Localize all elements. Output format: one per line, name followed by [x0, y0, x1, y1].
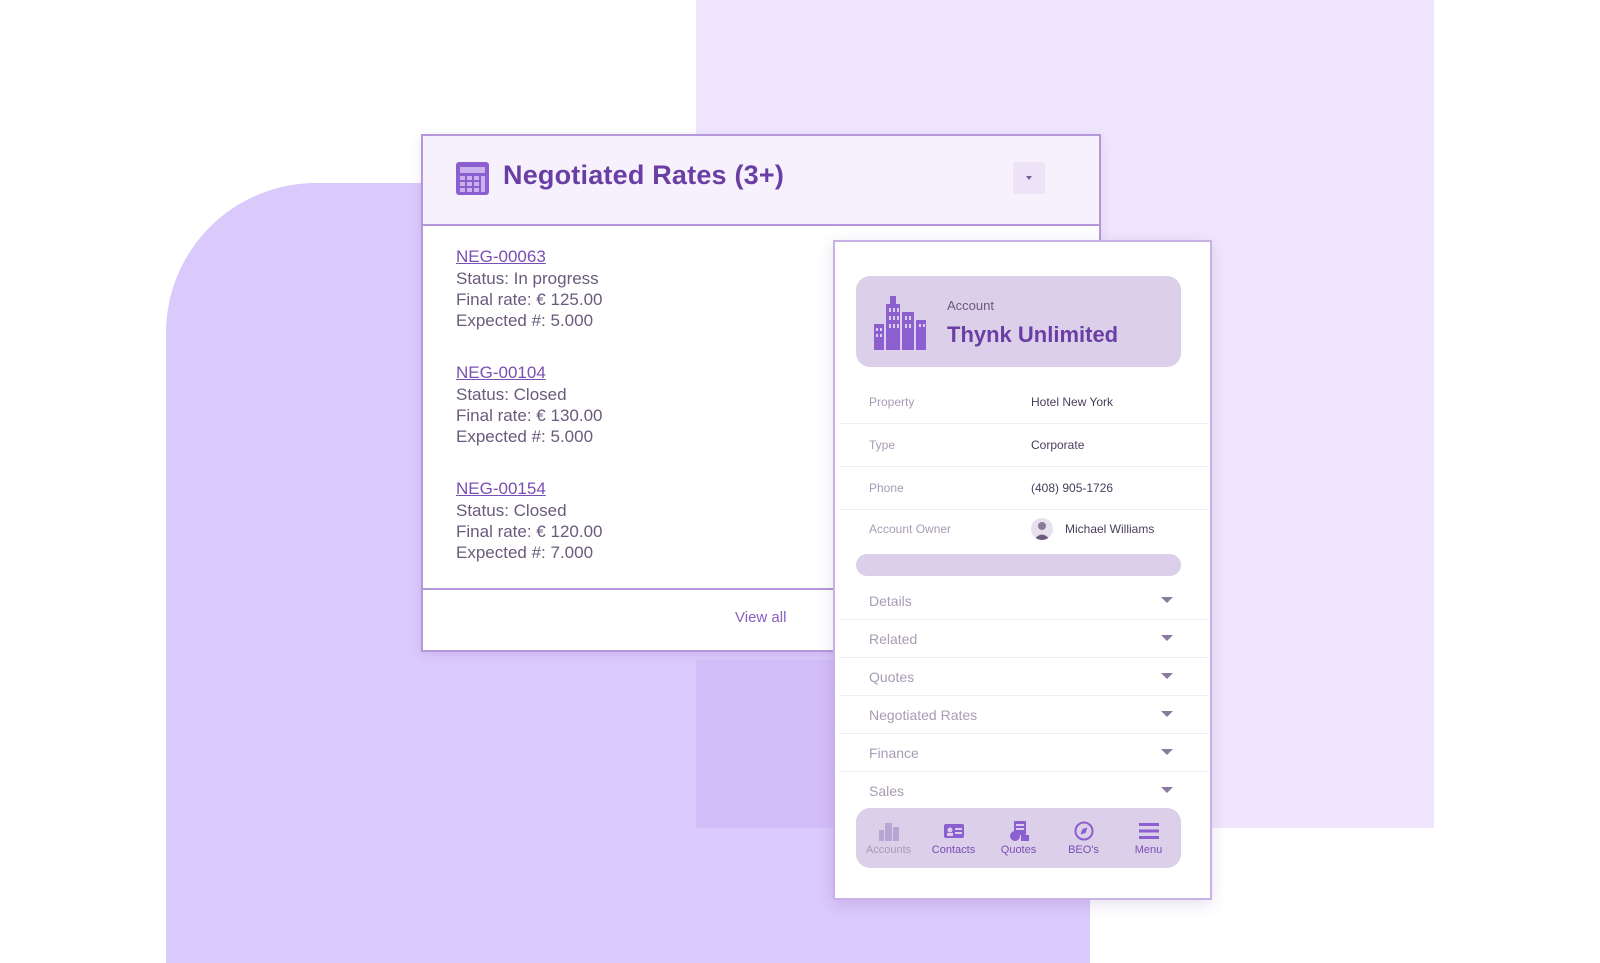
nav-label: BEO's [1068, 843, 1099, 856]
section-label: Quotes [869, 669, 915, 685]
rate-link[interactable]: NEG-00063 [456, 246, 602, 268]
negotiated-rates-header: Negotiated Rates (3+) [423, 136, 1099, 226]
bottom-nav: Accounts Contacts Quotes BEO's Menu [856, 808, 1181, 868]
field-label: Account Owner [869, 522, 952, 536]
section-negotiated-rates[interactable]: Negotiated Rates [839, 696, 1208, 734]
rate-expected: Expected #: 5.000 [456, 311, 594, 330]
chevron-down-icon [1161, 597, 1173, 603]
section-related[interactable]: Related [839, 620, 1208, 658]
menu-icon [1138, 822, 1159, 839]
rates-dropdown-button[interactable] [1013, 162, 1045, 194]
building-icon [878, 822, 899, 841]
chevron-down-icon [1161, 635, 1173, 641]
section-label: Related [869, 631, 918, 647]
field-value: Hotel New York [1031, 395, 1114, 409]
contact-card-icon [943, 823, 964, 838]
view-all-link[interactable]: View all [735, 609, 786, 626]
section-label: Negotiated Rates [869, 707, 978, 723]
divider-bar [856, 554, 1181, 576]
field-row-type: Type Corporate [839, 424, 1208, 467]
negotiated-rate-list: NEG-00063 Status: In progress Final rate… [456, 246, 602, 594]
nav-label: Contacts [931, 843, 976, 856]
section-label: Finance [869, 745, 919, 761]
phone-value[interactable]: (408) 905-1726 [1031, 481, 1113, 495]
nav-label: Quotes [1000, 843, 1037, 856]
nav-contacts[interactable]: Contacts [923, 821, 985, 856]
account-name: Thynk Unlimited [947, 322, 1119, 347]
chevron-down-icon [1161, 787, 1173, 793]
field-label: Property [869, 395, 915, 409]
rate-expected: Expected #: 5.000 [456, 427, 594, 446]
nav-label: Menu [1134, 843, 1163, 856]
compass-icon [1074, 821, 1093, 840]
rate-final: Final rate: € 130.00 [456, 406, 603, 425]
chevron-down-icon [1161, 711, 1173, 717]
avatar [1031, 518, 1053, 540]
section-label: Sales [869, 783, 905, 799]
caret-down-icon [1026, 176, 1032, 180]
rate-status: Status: Closed [456, 501, 567, 520]
account-mobile-card: Account Thynk Unlimited Property Hotel N… [833, 240, 1212, 900]
section-details[interactable]: Details [839, 582, 1208, 620]
owner-name[interactable]: Michael Williams [1065, 522, 1154, 536]
section-quotes[interactable]: Quotes [839, 658, 1208, 696]
chevron-down-icon [1161, 673, 1173, 679]
building-icon [874, 296, 926, 350]
account-header: Account Thynk Unlimited [856, 276, 1181, 367]
rate-expected: Expected #: 7.000 [456, 543, 594, 562]
section-sales[interactable]: Sales [839, 772, 1208, 810]
field-label: Type [869, 438, 896, 452]
rate-final: Final rate: € 125.00 [456, 290, 603, 309]
rate-status: Status: In progress [456, 269, 599, 288]
field-row-phone: Phone (408) 905-1726 [839, 467, 1208, 510]
quotes-icon [1009, 820, 1029, 841]
field-label: Phone [869, 481, 904, 495]
list-item: NEG-00063 Status: In progress Final rate… [456, 246, 602, 331]
chevron-down-icon [1161, 749, 1173, 755]
nav-beos[interactable]: BEO's [1053, 821, 1115, 856]
rate-table-icon [456, 162, 489, 195]
field-value: Corporate [1031, 438, 1085, 452]
nav-label: Accounts [865, 843, 912, 856]
list-item: NEG-00104 Status: Closed Final rate: € 1… [456, 362, 602, 447]
field-row-owner: Account Owner Michael Williams [839, 508, 1208, 551]
list-item: NEG-00154 Status: Closed Final rate: € 1… [456, 478, 602, 563]
section-finance[interactable]: Finance [839, 734, 1208, 772]
field-row-property: Property Hotel New York [839, 381, 1208, 424]
rate-status: Status: Closed [456, 385, 567, 404]
section-label: Details [869, 593, 912, 609]
nav-quotes[interactable]: Quotes [988, 820, 1050, 856]
nav-menu[interactable]: Menu [1118, 821, 1180, 856]
nav-accounts[interactable]: Accounts [858, 821, 920, 856]
account-label: Account [947, 298, 994, 313]
rate-link[interactable]: NEG-00154 [456, 478, 602, 500]
rate-final: Final rate: € 120.00 [456, 522, 603, 541]
negotiated-rates-title: Negotiated Rates (3+) [503, 160, 785, 190]
rate-link[interactable]: NEG-00104 [456, 362, 602, 384]
